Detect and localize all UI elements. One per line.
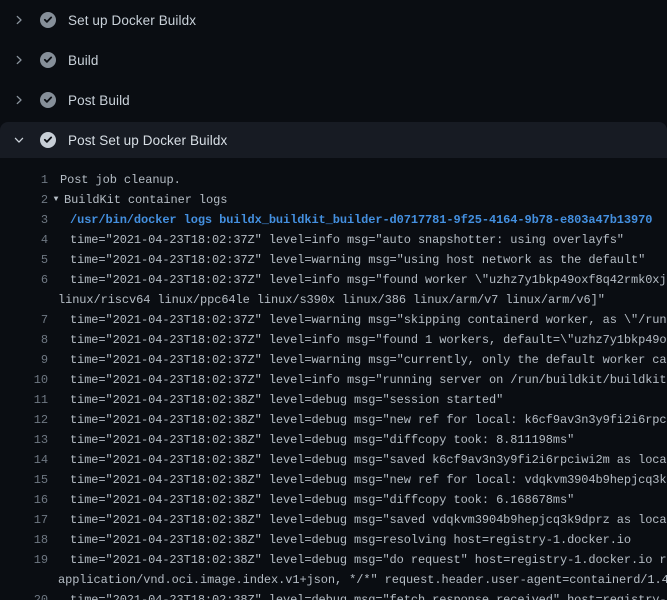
log-text: time="2021-04-23T18:02:38Z" level=debug … (70, 430, 574, 450)
line-number[interactable]: 3 (22, 210, 48, 230)
line-number[interactable]: 8 (22, 330, 48, 350)
line-number[interactable]: 10 (22, 370, 48, 390)
line-number[interactable]: 5 (22, 250, 48, 270)
log-line: 4 time="2021-04-23T18:02:37Z" level=info… (0, 230, 667, 250)
check-circle-icon (40, 12, 56, 28)
log-line: 11 time="2021-04-23T18:02:38Z" level=deb… (0, 390, 667, 410)
line-number[interactable]: 16 (22, 490, 48, 510)
log-line: 9 time="2021-04-23T18:02:37Z" level=warn… (0, 350, 667, 370)
log-line: 7 time="2021-04-23T18:02:37Z" level=warn… (0, 310, 667, 330)
line-number[interactable]: 14 (22, 450, 48, 470)
log-text: time="2021-04-23T18:02:38Z" level=debug … (70, 490, 574, 510)
line-number[interactable]: 2 (22, 190, 48, 210)
log-text: time="2021-04-23T18:02:37Z" level=info m… (70, 370, 667, 390)
log-line: 8 time="2021-04-23T18:02:37Z" level=info… (0, 330, 667, 350)
line-number[interactable]: 1 (22, 170, 48, 190)
check-circle-icon (40, 132, 56, 148)
log-text: time="2021-04-23T18:02:37Z" level=info m… (70, 330, 667, 350)
log-line: application/vnd.oci.image.index.v1+json,… (0, 570, 667, 590)
chevron-down-icon[interactable] (12, 133, 26, 147)
log-text: time="2021-04-23T18:02:38Z" level=debug … (70, 410, 667, 430)
log-text: time="2021-04-23T18:02:38Z" level=debug … (70, 590, 667, 600)
log-line: 15 time="2021-04-23T18:02:38Z" level=deb… (0, 470, 667, 490)
check-circle-icon (40, 92, 56, 108)
group-toggle-icon[interactable]: ▼ (50, 190, 62, 210)
log-line: 18 time="2021-04-23T18:02:38Z" level=deb… (0, 530, 667, 550)
log-line: 16 time="2021-04-23T18:02:38Z" level=deb… (0, 490, 667, 510)
log-text: Post job cleanup. (60, 170, 181, 190)
log-line: 17 time="2021-04-23T18:02:38Z" level=deb… (0, 510, 667, 530)
log-line: 3 /usr/bin/docker logs buildx_buildkit_b… (0, 210, 667, 230)
chevron-right-icon[interactable] (12, 53, 26, 67)
log-group-header[interactable]: 2 ▼ BuildKit container logs (0, 190, 667, 210)
log-text: linux/riscv64 linux/ppc64le linux/s390x … (58, 290, 605, 310)
log-text: time="2021-04-23T18:02:38Z" level=debug … (70, 470, 667, 490)
line-number[interactable]: 7 (22, 310, 48, 330)
chevron-right-icon[interactable] (12, 93, 26, 107)
log-line: 19 time="2021-04-23T18:02:38Z" level=deb… (0, 550, 667, 570)
log-line: 13 time="2021-04-23T18:02:38Z" level=deb… (0, 430, 667, 450)
line-number[interactable]: 11 (22, 390, 48, 410)
log-text: time="2021-04-23T18:02:37Z" level=warnin… (70, 350, 667, 370)
log-line: 6 time="2021-04-23T18:02:37Z" level=info… (0, 270, 667, 290)
chevron-right-icon[interactable] (12, 13, 26, 27)
line-number[interactable]: 19 (22, 550, 48, 570)
step-label: Build (68, 53, 99, 68)
step-row-post-build[interactable]: Post Build (0, 80, 667, 120)
log-line: 12 time="2021-04-23T18:02:38Z" level=deb… (0, 410, 667, 430)
line-number[interactable]: 17 (22, 510, 48, 530)
line-number[interactable]: 12 (22, 410, 48, 430)
log-text: time="2021-04-23T18:02:37Z" level=warnin… (70, 310, 667, 330)
log-line: 5 time="2021-04-23T18:02:37Z" level=warn… (0, 250, 667, 270)
log-line: 20 time="2021-04-23T18:02:38Z" level=deb… (0, 590, 667, 600)
line-number[interactable]: 9 (22, 350, 48, 370)
log-text: /usr/bin/docker logs buildx_buildkit_bui… (70, 210, 652, 230)
step-row-build[interactable]: Build (0, 40, 667, 80)
log-text: time="2021-04-23T18:02:38Z" level=debug … (70, 530, 631, 550)
log-line: linux/riscv64 linux/ppc64le linux/s390x … (0, 290, 667, 310)
line-number[interactable]: 18 (22, 530, 48, 550)
step-label: Post Set up Docker Buildx (68, 133, 227, 148)
log-text: time="2021-04-23T18:02:37Z" level=info m… (70, 270, 667, 290)
log-panel: 1 Post job cleanup. 2 ▼ BuildKit contain… (0, 158, 667, 600)
step-row-set-up-docker-buildx[interactable]: Set up Docker Buildx (0, 0, 667, 40)
step-label: Post Build (68, 93, 130, 108)
steps-list: Set up Docker Buildx Build P (0, 0, 667, 158)
line-number[interactable]: 4 (22, 230, 48, 250)
log-text: time="2021-04-23T18:02:38Z" level=debug … (70, 550, 667, 570)
step-row-post-set-up-docker-buildx[interactable]: Post Set up Docker Buildx (0, 122, 667, 158)
line-number[interactable]: 13 (22, 430, 48, 450)
log-line: 10 time="2021-04-23T18:02:37Z" level=inf… (0, 370, 667, 390)
line-number[interactable]: 15 (22, 470, 48, 490)
log-text: time="2021-04-23T18:02:37Z" level=warnin… (70, 250, 645, 270)
actions-log-viewer: Set up Docker Buildx Build P (0, 0, 667, 600)
line-number[interactable]: 6 (22, 270, 48, 290)
log-text: application/vnd.oci.image.index.v1+json,… (58, 570, 667, 590)
log-text: time="2021-04-23T18:02:38Z" level=debug … (70, 510, 667, 530)
check-circle-icon (40, 52, 56, 68)
log-text: time="2021-04-23T18:02:37Z" level=info m… (70, 230, 624, 250)
log-line: 14 time="2021-04-23T18:02:38Z" level=deb… (0, 450, 667, 470)
log-text: time="2021-04-23T18:02:38Z" level=debug … (70, 450, 667, 470)
log-line: 1 Post job cleanup. (0, 170, 667, 190)
log-text: time="2021-04-23T18:02:38Z" level=debug … (70, 390, 503, 410)
log-text: BuildKit container logs (64, 190, 227, 210)
line-number[interactable]: 20 (22, 590, 48, 600)
step-label: Set up Docker Buildx (68, 13, 196, 28)
